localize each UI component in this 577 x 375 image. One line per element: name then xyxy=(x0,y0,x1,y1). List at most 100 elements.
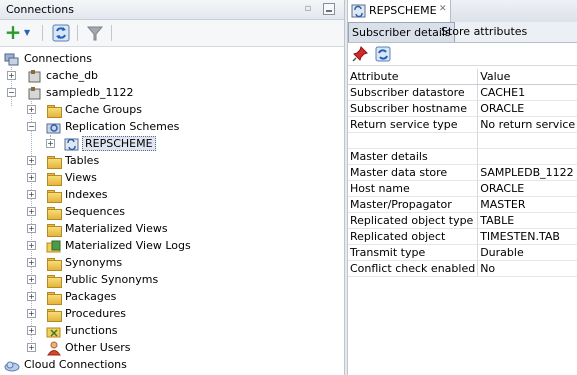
value-cell: TABLE xyxy=(477,212,577,229)
value-cell: Durable xyxy=(477,244,577,261)
folder-icon xyxy=(46,154,62,169)
tree-node-sequences[interactable]: + Sequences xyxy=(0,204,220,221)
expand-icon[interactable]: + xyxy=(27,258,36,267)
table-row[interactable]: Subscriber hostname ORACLE xyxy=(348,100,577,117)
tree-node-connections[interactable]: Connections xyxy=(0,51,200,68)
tree-node-synonyms[interactable]: + Synonyms xyxy=(0,255,220,272)
folder-icon xyxy=(46,171,62,186)
connections-icon xyxy=(4,53,19,66)
tree-node-public-synonyms[interactable]: + Public Synonyms xyxy=(0,272,220,289)
tree-node-indexes[interactable]: + Indexes xyxy=(0,187,220,204)
tree-node-materialized-views[interactable]: + Materialized Views xyxy=(0,221,220,238)
collapse-icon[interactable]: − xyxy=(27,122,36,131)
expand-icon[interactable]: + xyxy=(27,207,36,216)
tree-node-cloud-connections[interactable]: Cloud Connections xyxy=(0,357,220,374)
tree-node-cache-groups[interactable]: + Cache Groups xyxy=(0,102,220,119)
table-row[interactable]: Master details xyxy=(348,148,577,165)
value-cell xyxy=(477,148,577,165)
folder-icon xyxy=(46,188,62,203)
tree-node-sampledb[interactable]: − sampledb_1122 xyxy=(0,85,200,102)
tree-label: Sequences xyxy=(65,205,125,218)
tree-label: Connections xyxy=(24,52,92,65)
tree-node-procedures[interactable]: + Procedures xyxy=(0,306,220,323)
refresh-icon[interactable] xyxy=(375,46,391,62)
expand-icon[interactable]: + xyxy=(27,275,36,284)
attribute-cell xyxy=(348,132,479,149)
tree-label: Public Synonyms xyxy=(65,273,159,286)
value-cell: SAMPLEDB_1122 xyxy=(477,164,577,181)
replication-scheme-icon xyxy=(351,4,366,18)
expand-icon[interactable]: + xyxy=(27,173,36,182)
table-row[interactable]: Master/Propagator MASTER xyxy=(348,196,577,213)
tree-node-tables[interactable]: + Tables xyxy=(0,153,220,170)
properties-toolbar xyxy=(348,43,577,66)
expand-icon[interactable]: + xyxy=(7,71,16,80)
plus-icon[interactable]: + xyxy=(4,22,22,42)
tab-repscheme[interactable]: REPSCHEME ✕ xyxy=(348,0,451,22)
materialized-view-log-icon xyxy=(46,240,61,253)
tree-label: REPSCHEME xyxy=(82,136,156,151)
tree-node-cache-db[interactable]: + cache_db xyxy=(0,68,200,85)
table-row[interactable]: Replicated object TIMESTEN.TAB xyxy=(348,228,577,245)
collapse-icon[interactable]: − xyxy=(7,88,16,97)
connections-titlebar: Connections ▫ xyxy=(0,0,344,20)
panel-title: Connections xyxy=(6,3,74,16)
expand-icon[interactable]: + xyxy=(46,139,55,148)
table-row[interactable]: Transmit type Durable xyxy=(348,244,577,261)
tree-label: Procedures xyxy=(65,307,126,320)
close-icon[interactable]: ✕ xyxy=(439,4,447,14)
tree-node-views[interactable]: + Views xyxy=(0,170,220,187)
table-row[interactable]: Master data store SAMPLEDB_1122 xyxy=(348,164,577,181)
expand-icon[interactable]: + xyxy=(27,156,36,165)
expand-icon[interactable]: + xyxy=(27,105,36,114)
expand-icon[interactable]: + xyxy=(27,292,36,301)
minimize-button[interactable] xyxy=(323,3,335,15)
table-row[interactable]: Return service type No return service xyxy=(348,116,577,133)
tree-label: Other Users xyxy=(65,341,131,354)
pin-icon[interactable] xyxy=(352,46,368,62)
value-cell: ORACLE xyxy=(477,100,577,117)
value-cell xyxy=(477,132,577,149)
tree-node-other-users[interactable]: + Other Users xyxy=(0,340,220,357)
pin-icon[interactable]: ▫ xyxy=(301,2,315,16)
table-row[interactable]: Subscriber datastore CACHE1 xyxy=(348,84,577,101)
tree-label: Packages xyxy=(65,290,117,303)
folder-icon xyxy=(46,103,62,118)
table-row[interactable]: Conflict check enabled No xyxy=(348,260,577,277)
expand-icon[interactable]: + xyxy=(27,326,36,335)
tree-node-replication-schemes[interactable]: − Replication Schemes xyxy=(0,119,220,136)
toolbar-separator xyxy=(42,25,43,41)
folder-icon xyxy=(46,273,62,288)
tree-label: Synonyms xyxy=(65,256,123,269)
attribute-cell: Master/Propagator xyxy=(348,196,479,213)
tree-node-repscheme[interactable]: + REPSCHEME xyxy=(0,136,220,153)
tree-node-functions[interactable]: + Functions xyxy=(0,323,220,340)
expand-icon[interactable]: + xyxy=(27,224,36,233)
tree-node-materialized-view-logs[interactable]: + Materialized View Logs xyxy=(0,238,240,255)
column-header-value[interactable]: Value xyxy=(477,69,577,85)
table-row[interactable]: Host name ORACLE xyxy=(348,180,577,197)
tab-store-attributes[interactable]: Store attributes xyxy=(438,22,530,41)
table-row[interactable] xyxy=(348,132,577,149)
value-cell: MASTER xyxy=(477,196,577,213)
expand-icon[interactable]: + xyxy=(27,343,36,352)
tree-label: sampledb_1122 xyxy=(46,86,134,99)
attribute-cell: Host name xyxy=(348,180,479,197)
properties-table: Attribute Value Subscriber datastore CACH… xyxy=(348,69,577,277)
chevron-down-icon[interactable]: ▼ xyxy=(24,24,34,42)
table-row[interactable]: Replicated object type TABLE xyxy=(348,212,577,229)
tree-node-packages[interactable]: + Packages xyxy=(0,289,220,306)
connections-toolbar: + ▼ xyxy=(0,20,344,47)
attribute-cell: Replicated object type xyxy=(348,212,479,229)
refresh-icon[interactable] xyxy=(52,24,70,42)
filter-icon[interactable] xyxy=(86,24,104,42)
expand-icon[interactable]: + xyxy=(27,190,36,199)
folder-icon xyxy=(46,290,62,305)
expand-icon[interactable]: + xyxy=(27,309,36,318)
tab-label: REPSCHEME xyxy=(369,4,437,17)
tree-label: Tables xyxy=(65,154,100,167)
document-tabbar: REPSCHEME ✕ xyxy=(348,0,577,23)
column-header-attribute[interactable]: Attribute xyxy=(348,69,479,85)
tree-label: Cloud Connections xyxy=(24,358,127,371)
expand-icon[interactable]: + xyxy=(27,241,36,250)
